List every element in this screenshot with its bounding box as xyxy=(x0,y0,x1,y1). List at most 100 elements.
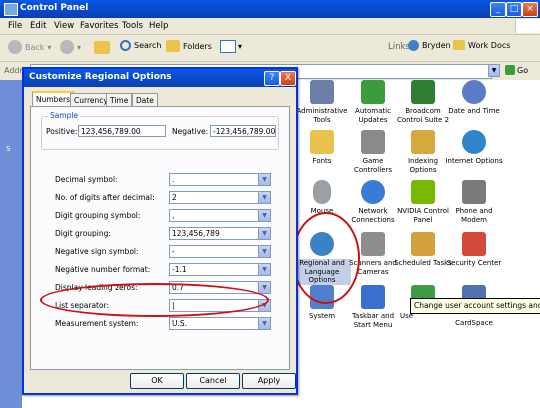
cp-item-broadcom-control-suite[interactable]: Broadcom Control Suite 2 xyxy=(394,80,452,124)
camera-icon xyxy=(361,232,385,256)
cp-item-label: NVIDIA Control Panel xyxy=(397,207,449,224)
select-value: U.S. xyxy=(172,319,188,328)
menu-view[interactable]: View xyxy=(54,21,74,31)
search-button[interactable]: Search xyxy=(120,40,161,51)
measurement-system-label: Measurement system: xyxy=(55,319,139,328)
negative-number-format-label: Negative number format: xyxy=(55,265,151,274)
chevron-down-icon: ▼ xyxy=(258,228,270,239)
cp-item-administrative-tools[interactable]: Administrative Tools xyxy=(293,80,351,124)
digit-grouping-symbol-label: Digit grouping symbol: xyxy=(55,211,141,220)
digit-grouping-symbol-select[interactable]: , ▼ xyxy=(169,209,271,222)
chevron-down-icon: ▾ xyxy=(47,42,52,52)
cp-item-label: Broadcom Control Suite 2 xyxy=(396,107,450,124)
address-dropdown-button[interactable]: ▼ xyxy=(488,64,500,77)
menu-favorites[interactable]: Favorites xyxy=(80,21,118,31)
control-panel-icon xyxy=(4,3,18,16)
go-button[interactable]: Go xyxy=(505,65,528,75)
dialog-close-button[interactable]: X xyxy=(280,71,296,86)
chevron-down-icon: ▼ xyxy=(258,174,270,185)
cp-item-label: Security Center xyxy=(446,259,502,267)
ok-button[interactable]: OK xyxy=(130,373,184,389)
tab-date[interactable]: Date xyxy=(132,93,158,107)
measurement-system-select[interactable]: U.S. ▼ xyxy=(169,317,271,330)
cp-item-mouse[interactable]: Mouse xyxy=(293,180,351,216)
cp-item-internet-options[interactable]: Internet Options xyxy=(445,130,503,166)
select-value: . xyxy=(172,175,175,184)
forward-button[interactable]: ▾ xyxy=(60,40,81,54)
menu-file[interactable]: File xyxy=(8,21,22,31)
administrative-tools-icon xyxy=(310,80,334,104)
automatic-updates-icon xyxy=(361,80,385,104)
sample-legend: Sample xyxy=(48,111,81,120)
cancel-button[interactable]: Cancel xyxy=(186,373,240,389)
menu-tools[interactable]: Tools xyxy=(122,21,143,31)
tab-time[interactable]: Time xyxy=(106,93,133,107)
clock-icon xyxy=(462,80,486,104)
taskbar-icon xyxy=(361,285,385,309)
up-folder-button[interactable] xyxy=(94,39,110,55)
network-icon xyxy=(361,180,385,204)
link-bryden[interactable]: Bryden xyxy=(408,40,451,51)
menu-help[interactable]: Help xyxy=(149,21,168,31)
search-icon xyxy=(120,40,131,51)
cp-item-security-center[interactable]: Security Center xyxy=(445,232,503,268)
menu-edit[interactable]: Edit xyxy=(30,21,46,31)
phone-icon xyxy=(462,180,486,204)
indexing-icon xyxy=(411,130,435,154)
positive-sample-field: 123,456,789.00 xyxy=(78,125,166,137)
link-work-docs-label: Work Docs xyxy=(468,40,511,50)
digits-after-decimal-label: No. of digits after decimal: xyxy=(55,193,155,202)
chevron-down-icon: ▼ xyxy=(258,282,270,293)
window-title: Control Panel xyxy=(20,3,89,13)
select-value: -1.1 xyxy=(172,265,187,274)
customize-regional-options-dialog: Customize Regional Options ? X Numbers C… xyxy=(22,67,298,395)
menu-bar: File Edit View Favorites Tools Help xyxy=(0,18,540,35)
sample-group: Sample Positive: 123,456,789.00 Negative… xyxy=(41,111,279,150)
digit-grouping-select[interactable]: 123,456,789 ▼ xyxy=(169,227,271,240)
task-pane xyxy=(0,80,22,408)
negative-sign-symbol-select[interactable]: - ▼ xyxy=(169,245,271,258)
negative-number-format-select[interactable]: -1.1 ▼ xyxy=(169,263,271,276)
cp-item-scheduled-tasks[interactable]: Scheduled Tasks xyxy=(394,232,452,268)
nvidia-icon xyxy=(411,180,435,204)
cp-item-label: Phone and Modem xyxy=(455,207,493,224)
dialog-title: Customize Regional Options xyxy=(29,72,172,82)
views-button[interactable]: ▾ xyxy=(220,40,242,53)
shield-icon xyxy=(462,232,486,256)
search-label: Search xyxy=(134,41,162,50)
cp-item-date-and-time[interactable]: Date and Time xyxy=(445,80,503,116)
folders-button[interactable]: Folders xyxy=(166,40,212,52)
cp-item-fonts[interactable]: Fonts xyxy=(293,130,351,166)
globe-icon xyxy=(408,40,419,51)
negative-sample-field: -123,456,789.00 xyxy=(210,125,276,137)
cp-item-label: Indexing Options xyxy=(407,157,439,174)
back-button[interactable]: Back ▾ xyxy=(8,40,51,54)
folders-icon xyxy=(166,40,180,52)
chevron-down-icon: ▼ xyxy=(258,318,270,329)
link-bryden-label: Bryden xyxy=(422,41,451,50)
cp-item-phone-and-modem[interactable]: Phone and Modem xyxy=(445,180,503,224)
minimize-button[interactable]: _ xyxy=(490,2,506,17)
help-button[interactable]: ? xyxy=(264,71,280,86)
windows-logo-icon xyxy=(515,19,540,33)
folder-icon xyxy=(453,40,465,50)
decimal-symbol-select[interactable]: . ▼ xyxy=(169,173,271,186)
window-titlebar: Control Panel _ □ × xyxy=(0,0,540,18)
cp-item-label: System xyxy=(308,312,336,320)
decimal-symbol-label: Decimal symbol: xyxy=(55,175,118,184)
back-label: Back xyxy=(25,42,45,52)
back-arrow-icon xyxy=(8,40,22,54)
mouse-icon xyxy=(313,180,331,204)
link-work-docs[interactable]: Work Docs xyxy=(453,40,510,50)
select-value: 2 xyxy=(172,193,177,202)
folders-label: Folders xyxy=(183,41,212,51)
cp-item-label: CardSpace xyxy=(455,319,493,327)
close-button[interactable]: × xyxy=(522,2,538,17)
digits-after-decimal-select[interactable]: 2 ▼ xyxy=(169,191,271,204)
maximize-button[interactable]: □ xyxy=(506,2,522,17)
apply-button[interactable]: Apply xyxy=(242,373,296,389)
cp-item-nvidia-control-panel[interactable]: NVIDIA Control Panel xyxy=(394,180,452,224)
views-icon xyxy=(220,40,236,53)
cp-item-indexing-options[interactable]: Indexing Options xyxy=(394,130,452,174)
chevron-down-icon: ▼ xyxy=(258,192,270,203)
